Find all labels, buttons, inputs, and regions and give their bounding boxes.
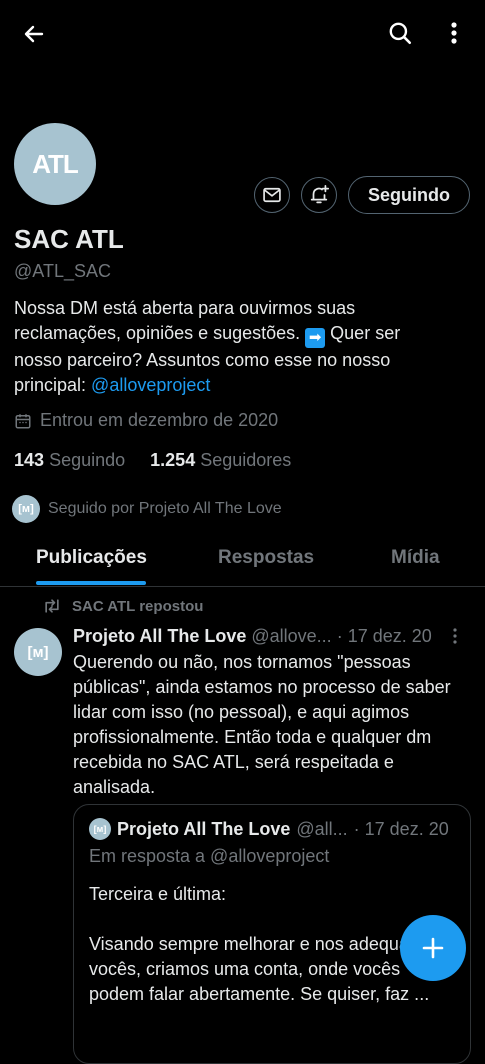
bio-mention-link[interactable]: @alloveproject: [91, 375, 210, 395]
follow-stats: 143 Seguindo 1.254 Seguidores: [14, 450, 291, 471]
arrow-left-icon: [24, 25, 44, 43]
calendar-icon: [15, 413, 31, 428]
follower-avatar: [м]: [12, 495, 40, 523]
quoted-author-name: Projeto All The Love: [117, 818, 291, 839]
quoted-post-text: Terceira e última: Visando sempre melhor…: [89, 882, 449, 1007]
post-date[interactable]: · 17 dez. 20: [337, 626, 432, 646]
divider: [0, 586, 485, 587]
quoted-author-avatar: [м]: [89, 818, 111, 840]
post-more-button[interactable]: [452, 628, 458, 649]
more-vertical-icon: [451, 22, 457, 44]
search-icon: [389, 22, 412, 45]
quoted-post-date: · 17 dez. 20: [353, 818, 449, 839]
following-button[interactable]: Seguindo: [348, 176, 470, 214]
active-tab-indicator: [36, 581, 146, 585]
more-vertical-icon: [453, 628, 457, 644]
quoted-post-header: [м] Projeto All The Love @all... · 17 de…: [89, 818, 449, 840]
followers-stat[interactable]: 1.254 Seguidores: [150, 450, 291, 470]
quoted-line-2: Visando sempre melhorar e nos adequar a …: [89, 934, 430, 1004]
back-button[interactable]: [14, 14, 54, 54]
tab-midia[interactable]: Mídia: [391, 547, 440, 569]
repost-indicator: SAC ATL repostou: [42, 597, 203, 615]
bio-text-1: Nossa DM está aberta para ouvirmos suas …: [14, 298, 356, 343]
tab-publicacoes[interactable]: Publicações: [36, 547, 147, 569]
post-author-name[interactable]: Projeto All The Love: [73, 626, 246, 646]
following-stat[interactable]: 143 Seguindo: [14, 450, 125, 470]
profile-name: SAC ATL: [14, 224, 124, 254]
profile-avatar[interactable]: ATL: [14, 123, 96, 205]
quoted-reply-to: Em resposta a @alloveproject: [89, 846, 330, 866]
quoted-line-1: Terceira e última:: [89, 884, 227, 904]
followed-by-text: Seguido por Projeto All The Love: [48, 500, 282, 517]
message-button[interactable]: [254, 177, 290, 213]
notifications-button[interactable]: [301, 177, 337, 213]
more-options-button[interactable]: [436, 13, 472, 53]
followed-by-row[interactable]: [м] Seguido por Projeto All The Love: [12, 495, 282, 523]
quoted-author-handle: @all...: [296, 818, 348, 839]
post-author-handle[interactable]: @allove...: [251, 626, 331, 646]
avatar-text: ATL: [32, 148, 79, 179]
profile-bio: Nossa DM está aberta para ouvirmos suas …: [14, 296, 434, 398]
repost-label: SAC ATL repostou: [72, 597, 204, 615]
joined-date: Entrou em dezembro de 2020: [14, 410, 278, 431]
bell-plus-icon: [310, 184, 330, 204]
tab-respostas[interactable]: Respostas: [218, 547, 314, 569]
repost-icon: [45, 599, 59, 613]
joined-text: Entrou em dezembro de 2020: [40, 410, 279, 430]
post-author-avatar[interactable]: [м]: [14, 628, 62, 676]
post-header: Projeto All The Love @allove... · 17 dez…: [73, 626, 473, 647]
envelope-icon: [263, 187, 281, 203]
post-text: Querendo ou não, nos tornamos "pessoas p…: [73, 652, 451, 797]
compose-button[interactable]: [400, 915, 466, 981]
plus-icon: [422, 937, 444, 959]
arrow-right-emoji: ➡: [305, 328, 326, 348]
profile-handle: @ATL_SAC: [14, 261, 111, 281]
search-button[interactable]: [380, 13, 420, 53]
